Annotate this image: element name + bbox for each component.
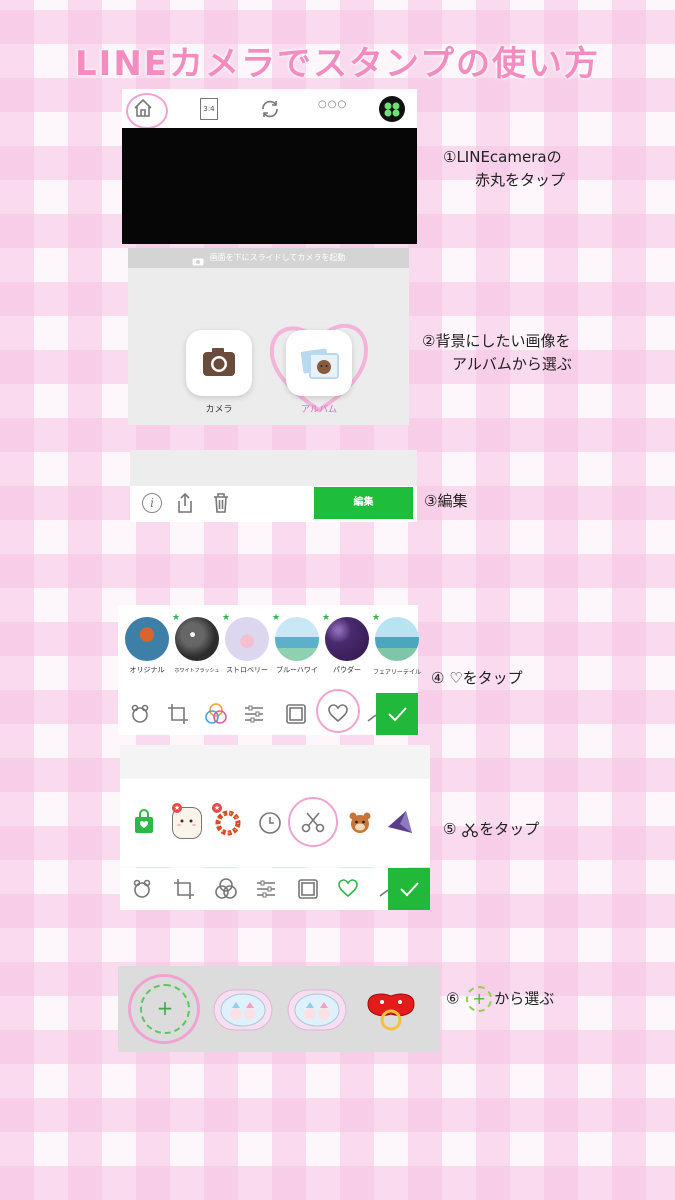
step5-text: をタップ bbox=[479, 820, 540, 838]
aspect-ratio-button[interactable]: 3:4 bbox=[200, 98, 218, 120]
filter-thumb[interactable] bbox=[275, 617, 319, 661]
new-star-icon: ★ bbox=[372, 613, 381, 623]
crop-icon[interactable] bbox=[172, 877, 196, 901]
album-icon bbox=[300, 348, 339, 379]
new-star-icon: ★ bbox=[222, 613, 231, 623]
more-options-button[interactable]: ○○○ bbox=[318, 99, 348, 110]
step2-line1: ②背景にしたい画像を bbox=[422, 332, 571, 350]
camera-icon bbox=[203, 348, 235, 376]
preview-area bbox=[120, 745, 430, 779]
share-icon[interactable] bbox=[174, 491, 196, 515]
apply-check-button[interactable] bbox=[376, 693, 418, 735]
heart-icon[interactable] bbox=[336, 876, 360, 900]
edit-toolbar bbox=[118, 689, 418, 735]
flower-wreath-icon[interactable] bbox=[214, 809, 242, 837]
filter-thumb[interactable] bbox=[125, 617, 169, 661]
frame-icon[interactable] bbox=[296, 877, 320, 901]
stamp-shop-icon[interactable] bbox=[132, 809, 156, 835]
stamp-picker: + bbox=[118, 966, 440, 1052]
edit-toolbar bbox=[120, 868, 430, 910]
step1-line1: ①LINEcameraの bbox=[443, 148, 562, 166]
new-badge-icon: ★ bbox=[212, 803, 222, 813]
heart-icon[interactable] bbox=[326, 701, 350, 725]
filter-label: ストロベリー bbox=[226, 666, 268, 674]
check-icon bbox=[388, 707, 407, 722]
info-icon[interactable]: i bbox=[142, 493, 162, 513]
filter-label: フェアリーテイル bbox=[372, 669, 421, 676]
add-circle-icon: + bbox=[466, 986, 493, 1012]
editor-preview bbox=[130, 450, 417, 486]
new-badge-icon: ★ bbox=[172, 803, 182, 813]
color-filter-icon[interactable] bbox=[204, 702, 228, 726]
camera-top-bar: 3:4 ○○○ bbox=[122, 89, 417, 129]
highlight-circle bbox=[126, 93, 168, 129]
step1-line2: 赤丸をタップ bbox=[475, 171, 566, 189]
album-button[interactable] bbox=[286, 330, 352, 396]
color-filter-icon[interactable] bbox=[214, 877, 238, 901]
step4-caption: ④ ♡をタップ bbox=[431, 669, 523, 687]
filter-strip: オリジナル ホワイトフラッシュ ストロベリー ブルーハワイ パウダー フェアリー… bbox=[118, 605, 421, 693]
filter-thumb[interactable] bbox=[225, 617, 269, 661]
triangle-stamp-icon[interactable] bbox=[386, 809, 414, 835]
step2-line2: アルバムから選ぶ bbox=[452, 355, 572, 373]
step6-caption: ⑥ + から選ぶ bbox=[446, 986, 554, 1012]
step5-number: ⑤ bbox=[443, 820, 457, 838]
new-star-icon: ★ bbox=[322, 613, 331, 623]
stamp-bear-icon[interactable] bbox=[130, 877, 154, 901]
add-stamp-button[interactable]: + bbox=[140, 984, 190, 1034]
step5-caption: ⑤ をタップ bbox=[443, 818, 539, 841]
apply-check-button[interactable] bbox=[388, 868, 430, 910]
twin-stars-stamp[interactable] bbox=[286, 984, 348, 1036]
step1-caption: ①LINEcameraの 赤丸をタップ bbox=[443, 146, 565, 192]
adjust-sliders-icon[interactable] bbox=[254, 877, 278, 901]
recent-clock-icon[interactable] bbox=[258, 811, 282, 835]
twin-stars-stamp[interactable] bbox=[212, 984, 274, 1036]
step3-caption: ③編集 bbox=[424, 492, 468, 510]
slide-hint-text: 画面を下にスライドしてカメラを起動 bbox=[209, 253, 346, 262]
filter-label: パウダー bbox=[333, 666, 361, 674]
page-title: LINEカメラでスタンプの使い方 bbox=[75, 44, 600, 84]
step6-number: ⑥ bbox=[446, 989, 460, 1008]
filter-label: オリジナル bbox=[129, 666, 165, 674]
step6-text: から選ぶ bbox=[494, 989, 555, 1008]
scissors-icon[interactable] bbox=[300, 809, 326, 835]
filter-label: ホワイトフラッシュ bbox=[174, 668, 220, 674]
edit-button[interactable]: 編集 bbox=[314, 487, 413, 519]
adjust-sliders-icon[interactable] bbox=[242, 702, 266, 726]
camera-preview[interactable] bbox=[122, 128, 417, 244]
stamp-category-strip: ★ ★ bbox=[120, 779, 430, 867]
step2-caption: ②背景にしたい画像を アルバムから選ぶ bbox=[422, 330, 572, 376]
filter-thumb[interactable] bbox=[375, 617, 419, 661]
slide-hint: 画面を下にスライドしてカメラを起動 bbox=[128, 248, 409, 268]
camera-small-icon bbox=[192, 254, 204, 265]
filter-thumb[interactable] bbox=[175, 617, 219, 661]
crop-icon[interactable] bbox=[166, 702, 190, 726]
check-icon bbox=[400, 882, 419, 897]
bear-stamp-icon[interactable] bbox=[346, 809, 374, 837]
sticker-shortcut-icon[interactable] bbox=[379, 96, 405, 122]
frame-icon[interactable] bbox=[284, 702, 308, 726]
trash-icon[interactable] bbox=[210, 491, 232, 515]
new-star-icon: ★ bbox=[272, 613, 281, 623]
camera-label: カメラ bbox=[205, 405, 233, 415]
scissors-icon bbox=[461, 821, 479, 839]
album-label: アルバム bbox=[301, 405, 337, 415]
filter-thumb[interactable] bbox=[325, 617, 369, 661]
filter-label: ブルーハワイ bbox=[276, 666, 318, 674]
new-star-icon: ★ bbox=[172, 613, 181, 623]
switch-camera-icon[interactable] bbox=[258, 97, 282, 121]
red-pacifier-stamp[interactable] bbox=[362, 984, 420, 1036]
camera-button[interactable] bbox=[186, 330, 252, 396]
stamp-bear-icon[interactable] bbox=[128, 702, 152, 726]
